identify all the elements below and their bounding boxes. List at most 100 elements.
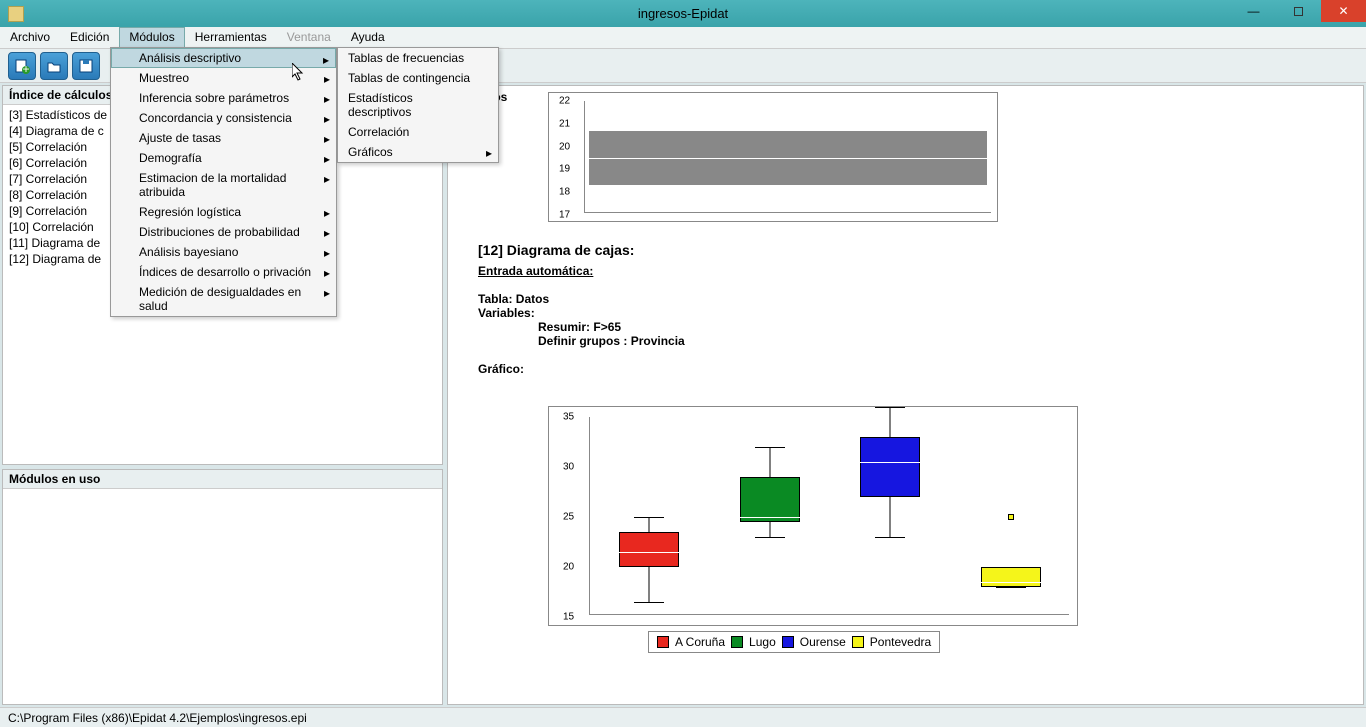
legend-label: A Coruña [675, 635, 725, 649]
svg-text:+: + [22, 62, 29, 74]
variables-label: Variables: [478, 306, 1333, 320]
ytick: 15 [563, 612, 574, 623]
grupos-value: Provincia [631, 334, 685, 348]
chevron-right-icon: ▸ [486, 146, 492, 160]
tabla-label: Tabla: [478, 292, 512, 306]
window-controls: — ✕ [1231, 0, 1366, 22]
grupos-row: Definir grupos : Provincia [478, 334, 1333, 348]
modules-item[interactable]: Distribuciones de probabilidad▸ [111, 222, 336, 242]
box-group [845, 417, 935, 617]
chevron-right-icon: ▸ [323, 53, 329, 67]
resumir-row: Resumir: F>65 [478, 320, 1333, 334]
ytick: 19 [559, 164, 993, 175]
modules-item[interactable]: Muestreo▸ [111, 68, 336, 88]
chevron-right-icon: ▸ [324, 92, 330, 106]
minimize-icon: — [1248, 4, 1260, 18]
menu-bar: ArchivoEdiciónMódulosHerramientasVentana… [0, 27, 1366, 49]
top-bar-chart: 17 18 19 20 21 22 [548, 92, 998, 222]
legend-label: Lugo [749, 635, 776, 649]
box-plot-chart: 15 20 25 30 35 [548, 406, 1078, 626]
resumir-value: F>65 [593, 320, 621, 334]
ytick: 17 [559, 210, 993, 221]
ytick: 30 [563, 462, 574, 473]
save-icon [78, 58, 94, 74]
status-path: C:\Program Files (x86)\Epidat 4.2\Ejempl… [8, 711, 307, 725]
modules-item[interactable]: Estimacion de la mortalidad atribuida▸ [111, 168, 336, 202]
chevron-right-icon: ▸ [324, 206, 330, 220]
chevron-right-icon: ▸ [324, 226, 330, 240]
chevron-right-icon: ▸ [324, 266, 330, 280]
chevron-right-icon: ▸ [324, 152, 330, 166]
close-button[interactable]: ✕ [1321, 0, 1366, 22]
modules-item[interactable]: Índices de desarrollo o privación▸ [111, 262, 336, 282]
ytick: 22 [559, 96, 993, 107]
ytick: 18 [559, 187, 993, 198]
menu-edición[interactable]: Edición [60, 27, 119, 48]
open-button[interactable] [40, 52, 68, 80]
new-button[interactable]: + [8, 52, 36, 80]
submenu-item[interactable]: Tablas de contingencia [338, 68, 498, 88]
save-button[interactable] [72, 52, 100, 80]
open-folder-icon [46, 58, 62, 74]
ytick: 21 [559, 118, 993, 129]
modules-item[interactable]: Análisis bayesiano▸ [111, 242, 336, 262]
document-body: [12] Diagrama de cajas: Entrada automáti… [478, 236, 1333, 376]
chevron-right-icon: ▸ [324, 112, 330, 126]
menu-módulos[interactable]: Módulos [119, 27, 184, 48]
modules-panel-header: Módulos en uso [3, 470, 442, 489]
modules-dropdown: Análisis descriptivo▸Muestreo▸Inferencia… [110, 47, 337, 317]
chevron-right-icon: ▸ [324, 246, 330, 260]
modules-panel: Módulos en uso [2, 469, 443, 705]
legend-swatch [731, 636, 743, 648]
title-bar: ingresos-Epidat — ✕ [0, 0, 1366, 27]
modules-item[interactable]: Inferencia sobre parámetros▸ [111, 88, 336, 108]
modules-item[interactable]: Concordancia y consistencia▸ [111, 108, 336, 128]
tabla-row: Tabla: Datos [478, 292, 1333, 306]
menu-archivo[interactable]: Archivo [0, 27, 60, 48]
box-group [604, 417, 694, 617]
maximize-icon [1294, 7, 1303, 16]
right-column: dos 171819202122 [12] Diagrama de cajas:… [445, 83, 1366, 707]
box-group [966, 417, 1056, 617]
chevron-right-icon: ▸ [324, 172, 330, 186]
modules-item[interactable]: Ajuste de tasas▸ [111, 128, 336, 148]
status-bar: C:\Program Files (x86)\Epidat 4.2\Ejempl… [0, 707, 1366, 727]
legend-swatch [852, 636, 864, 648]
submenu-item[interactable]: Estadísticos descriptivos [338, 88, 498, 122]
app-icon [8, 6, 24, 22]
box-plot-area [589, 417, 1069, 615]
box-plot-legend: A Coruña Lugo Ourense Pontevedra [648, 631, 940, 653]
document-panel[interactable]: dos 171819202122 [12] Diagrama de cajas:… [447, 85, 1364, 705]
modules-item[interactable]: Análisis descriptivo▸ [111, 48, 336, 68]
menu-herramientas[interactable]: Herramientas [185, 27, 277, 48]
ytick: 25 [563, 512, 574, 523]
ytick: 20 [563, 562, 574, 573]
ytick: 20 [559, 141, 993, 152]
legend-swatch [782, 636, 794, 648]
section-title: [12] Diagrama de cajas: [478, 242, 1333, 258]
legend-label: Pontevedra [870, 635, 931, 649]
menu-ventana: Ventana [277, 27, 341, 48]
submenu-item[interactable]: Tablas de frecuencias [338, 48, 498, 68]
window-title: ingresos-Epidat [638, 6, 728, 21]
chevron-right-icon: ▸ [324, 72, 330, 86]
entry-label: Entrada automática: [478, 264, 1333, 278]
ytick: 35 [563, 412, 574, 423]
modules-item[interactable]: Demografía▸ [111, 148, 336, 168]
minimize-button[interactable]: — [1231, 0, 1276, 22]
grupos-label: Definir grupos : [538, 334, 627, 348]
close-icon: ✕ [1338, 4, 1348, 18]
legend-label: Ourense [800, 635, 846, 649]
modules-item[interactable]: Medición de desigualdades en salud▸ [111, 282, 336, 316]
tabla-value: Datos [516, 292, 549, 306]
new-icon: + [14, 58, 30, 74]
submenu-item[interactable]: Correlación [338, 122, 498, 142]
grafico-label: Gráfico: [478, 362, 1333, 376]
resumir-label: Resumir: [538, 320, 590, 334]
analisis-submenu: Tablas de frecuenciasTablas de contingen… [337, 47, 499, 163]
submenu-item[interactable]: Gráficos▸ [338, 142, 498, 162]
menu-ayuda[interactable]: Ayuda [341, 27, 395, 48]
modules-item[interactable]: Regresión logística▸ [111, 202, 336, 222]
box-group [725, 417, 815, 617]
maximize-button[interactable] [1276, 0, 1321, 22]
